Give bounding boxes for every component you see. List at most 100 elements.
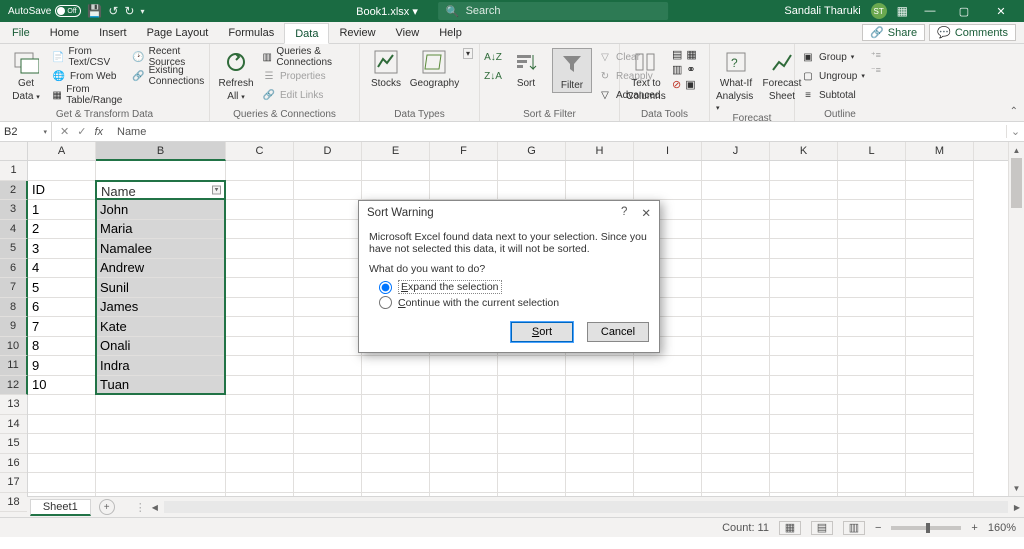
cell[interactable] bbox=[294, 395, 362, 415]
user-avatar[interactable]: ST bbox=[871, 3, 887, 19]
cell[interactable] bbox=[906, 317, 974, 337]
cell[interactable] bbox=[226, 434, 294, 454]
cell[interactable] bbox=[906, 376, 974, 396]
from-table-button[interactable]: ▦From Table/Range bbox=[52, 86, 126, 104]
cell[interactable] bbox=[702, 337, 770, 357]
cell[interactable] bbox=[362, 473, 430, 493]
cell[interactable] bbox=[770, 356, 838, 376]
cell[interactable] bbox=[702, 317, 770, 337]
cell[interactable]: Namalee bbox=[96, 239, 226, 259]
row-header[interactable]: 13 bbox=[0, 395, 27, 415]
row-header[interactable]: 12 bbox=[0, 376, 28, 396]
cell[interactable] bbox=[226, 473, 294, 493]
data-validation-icon[interactable]: ⊘ bbox=[672, 78, 681, 91]
cell[interactable] bbox=[838, 415, 906, 435]
cell[interactable] bbox=[702, 376, 770, 396]
cell[interactable] bbox=[430, 493, 498, 497]
cell[interactable]: 2 bbox=[28, 220, 96, 240]
close-button[interactable]: ✕ bbox=[986, 5, 1016, 18]
cell[interactable] bbox=[96, 454, 226, 474]
cell[interactable] bbox=[28, 493, 96, 497]
cell[interactable] bbox=[430, 434, 498, 454]
sort-button[interactable]: Sort bbox=[506, 48, 546, 89]
tab-insert[interactable]: Insert bbox=[89, 22, 137, 43]
column-header[interactable]: L bbox=[838, 142, 906, 160]
from-text-csv-button[interactable]: 📄From Text/CSV bbox=[52, 48, 126, 66]
cell[interactable] bbox=[226, 161, 294, 181]
cell[interactable] bbox=[362, 376, 430, 396]
row-header[interactable]: 4 bbox=[0, 220, 28, 240]
cell[interactable] bbox=[838, 356, 906, 376]
collapse-ribbon-icon[interactable]: ⌃ bbox=[1010, 106, 1018, 117]
cell[interactable] bbox=[906, 395, 974, 415]
tab-view[interactable]: View bbox=[386, 22, 430, 43]
view-normal-icon[interactable]: ▦ bbox=[779, 521, 801, 535]
cell[interactable] bbox=[566, 473, 634, 493]
cell[interactable] bbox=[702, 356, 770, 376]
cell[interactable] bbox=[702, 493, 770, 497]
redo-icon[interactable]: ↻ bbox=[124, 4, 134, 18]
cell[interactable] bbox=[906, 473, 974, 493]
cell[interactable] bbox=[906, 200, 974, 220]
cell[interactable] bbox=[838, 337, 906, 357]
cell[interactable] bbox=[294, 181, 362, 201]
cell[interactable] bbox=[226, 337, 294, 357]
tab-data[interactable]: Data bbox=[284, 23, 329, 44]
scroll-left-icon[interactable]: ◀ bbox=[148, 503, 162, 512]
cell[interactable] bbox=[294, 337, 362, 357]
row-header[interactable]: 2 bbox=[0, 181, 28, 201]
cell[interactable] bbox=[838, 298, 906, 318]
cell[interactable] bbox=[294, 434, 362, 454]
cell[interactable] bbox=[770, 181, 838, 201]
edit-links-button[interactable]: 🔗Edit Links bbox=[262, 86, 353, 104]
cell[interactable] bbox=[226, 298, 294, 318]
cell[interactable] bbox=[430, 395, 498, 415]
column-header[interactable]: B bbox=[96, 142, 226, 161]
manage-model-icon[interactable]: ▣ bbox=[685, 78, 695, 91]
cell[interactable] bbox=[906, 298, 974, 318]
cell[interactable] bbox=[702, 454, 770, 474]
queries-connections-button[interactable]: ▥Queries & Connections bbox=[262, 48, 353, 66]
cell[interactable] bbox=[294, 259, 362, 279]
cell[interactable] bbox=[566, 161, 634, 181]
cell[interactable] bbox=[294, 376, 362, 396]
cell[interactable]: Onali bbox=[96, 337, 226, 357]
column-header[interactable]: F bbox=[430, 142, 498, 160]
cell[interactable] bbox=[28, 434, 96, 454]
cell[interactable] bbox=[498, 415, 566, 435]
cell[interactable] bbox=[770, 200, 838, 220]
scroll-right-icon[interactable]: ▶ bbox=[1010, 503, 1024, 512]
cell[interactable] bbox=[770, 434, 838, 454]
cell[interactable] bbox=[838, 161, 906, 181]
cell[interactable] bbox=[294, 356, 362, 376]
view-page-break-icon[interactable]: ▥ bbox=[843, 521, 865, 535]
cell[interactable] bbox=[294, 415, 362, 435]
cell[interactable] bbox=[906, 454, 974, 474]
cell[interactable] bbox=[28, 395, 96, 415]
cell[interactable] bbox=[634, 415, 702, 435]
cell[interactable] bbox=[702, 259, 770, 279]
cell[interactable] bbox=[702, 161, 770, 181]
tab-file[interactable]: File bbox=[2, 22, 40, 43]
user-name[interactable]: Sandali Tharuki bbox=[784, 5, 860, 17]
cell[interactable] bbox=[906, 356, 974, 376]
row-header[interactable]: 6 bbox=[0, 259, 28, 279]
row-header[interactable]: 8 bbox=[0, 298, 28, 318]
cell[interactable] bbox=[770, 220, 838, 240]
cell[interactable]: Tuan bbox=[96, 376, 226, 396]
cell[interactable] bbox=[430, 376, 498, 396]
cell[interactable] bbox=[362, 395, 430, 415]
zoom-out-button[interactable]: − bbox=[875, 522, 881, 534]
cell[interactable] bbox=[906, 337, 974, 357]
cell[interactable] bbox=[838, 181, 906, 201]
cell[interactable]: Maria bbox=[96, 220, 226, 240]
comments-button[interactable]: 💬Comments bbox=[929, 24, 1016, 41]
relationships-icon[interactable]: ⚭ bbox=[686, 63, 695, 76]
cell[interactable] bbox=[362, 454, 430, 474]
cell[interactable] bbox=[28, 473, 96, 493]
cell[interactable] bbox=[226, 181, 294, 201]
cell[interactable] bbox=[770, 493, 838, 497]
cancel-formula-icon[interactable]: ✕ bbox=[60, 125, 69, 138]
cell[interactable] bbox=[770, 298, 838, 318]
cell[interactable] bbox=[770, 317, 838, 337]
